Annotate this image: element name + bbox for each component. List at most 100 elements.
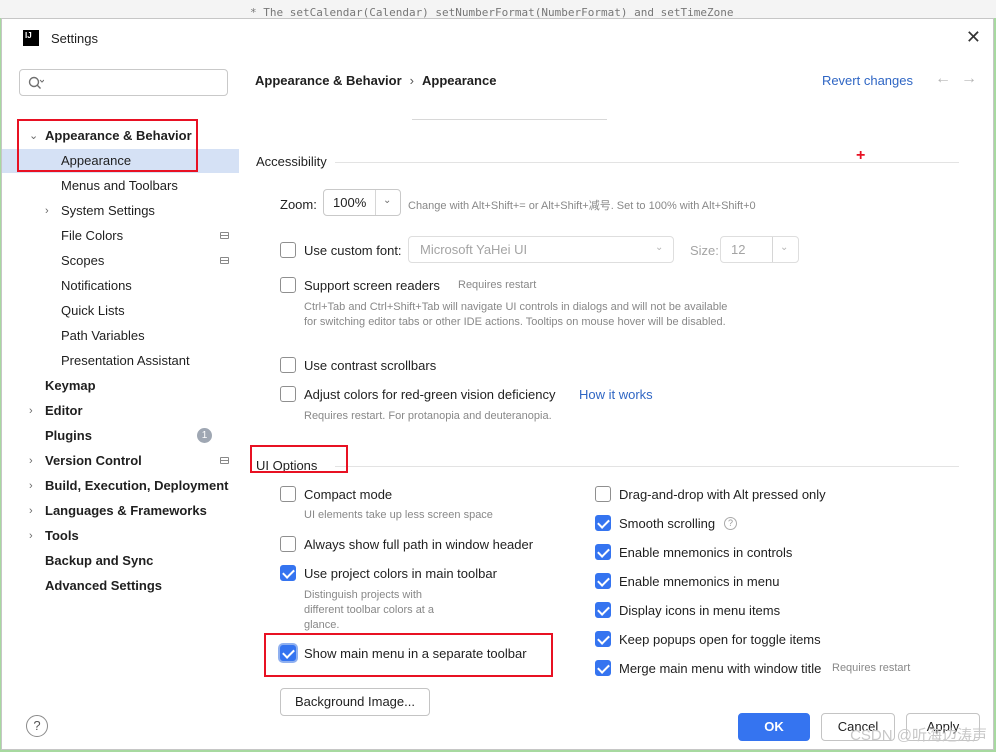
sidebar-item-presentation-assistant[interactable]: Presentation Assistant (2, 349, 239, 373)
mnemonics-menu-label: Enable mnemonics in menu (619, 574, 780, 589)
sidebar-item-label: Presentation Assistant (61, 353, 190, 368)
font-combo[interactable]: Microsoft YaHei UI ⌄ (408, 236, 674, 263)
sidebar-item-tools[interactable]: › Tools (2, 524, 239, 548)
intellij-logo-icon: IJ (23, 30, 39, 46)
ok-button[interactable]: OK (738, 713, 810, 741)
compact-mode-hint: UI elements take up less screen space (304, 509, 493, 521)
help-button[interactable]: ? (26, 715, 48, 737)
sidebar-item-appearance-behavior[interactable]: ⌄ Appearance & Behavior (2, 124, 239, 148)
project-colors-toolbar-label: Use project colors in main toolbar (304, 566, 497, 581)
drag-drop-alt-label: Drag-and-drop with Alt pressed only (619, 487, 826, 502)
chevron-down-icon: ⌄ (29, 130, 39, 142)
sidebar-item-scopes[interactable]: Scopes (2, 249, 239, 273)
forward-arrow-icon[interactable]: → (961, 70, 977, 88)
background-image-button[interactable]: Background Image... (280, 688, 430, 716)
title-bar: IJ Settings ✕ (2, 19, 993, 57)
project-level-icon (220, 232, 229, 239)
sidebar-item-label: Tools (45, 528, 79, 543)
use-custom-font-checkbox[interactable] (280, 242, 296, 258)
breadcrumb-separator: › (409, 73, 415, 88)
sidebar-item-advanced-settings[interactable]: Advanced Settings (2, 574, 239, 598)
font-size-value: 12 (731, 242, 746, 257)
mnemonics-menu-checkbox[interactable] (595, 573, 611, 589)
sidebar-item-label: Backup and Sync (45, 553, 154, 568)
sidebar-item-label: Scopes (61, 253, 105, 268)
how-it-works-link[interactable]: How it works (579, 387, 653, 402)
sidebar-item-label: Build, Execution, Deployment (45, 478, 229, 493)
sidebar-item-file-colors[interactable]: File Colors (2, 224, 239, 248)
sidebar-item-label: Notifications (61, 278, 132, 293)
sidebar-item-label: Appearance (61, 153, 132, 168)
screen-readers-description: Ctrl+Tab and Ctrl+Shift+Tab will navigat… (304, 301, 728, 328)
sidebar-item-notifications[interactable]: Notifications (2, 274, 239, 298)
search-field[interactable] (19, 69, 228, 96)
menu-icons-checkbox[interactable] (595, 602, 611, 618)
contrast-scrollbars-checkbox[interactable] (280, 357, 296, 373)
sidebar-item-path-variables[interactable]: Path Variables (2, 324, 239, 348)
combo-divider (375, 190, 376, 215)
drag-drop-alt-checkbox[interactable] (595, 486, 611, 502)
sidebar-item-appearance[interactable]: Appearance (2, 149, 239, 173)
main-panel: Appearance & Behavior › Appearance Revert … (240, 57, 993, 749)
zoom-combo[interactable]: 100% ⌄ (323, 189, 401, 216)
zoom-label: Zoom: (280, 197, 317, 212)
adjust-colors-hint: Requires restart. For protanopia and deu… (304, 410, 552, 422)
settings-sidebar: ⌄ Appearance & Behavior Appearance Menus… (2, 57, 239, 749)
back-arrow-icon[interactable]: ← (935, 70, 951, 88)
menu-icons-label: Display icons in menu items (619, 603, 781, 618)
csdn-watermark: CSDN @听海边涛声 (850, 727, 987, 744)
full-path-header-checkbox[interactable] (280, 536, 296, 552)
sidebar-item-editor[interactable]: › Editor (2, 399, 239, 423)
editor-background-strip: * The setCalendar(Calendar) setNumberFor… (0, 0, 996, 18)
chevron-right-icon: › (29, 405, 33, 417)
combo-divider (772, 237, 773, 262)
mnemonics-controls-label: Enable mnemonics in controls (619, 545, 793, 560)
screen-readers-restart-hint: Requires restart (458, 279, 537, 291)
sidebar-item-label: Menus and Toolbars (61, 178, 178, 193)
sidebar-item-system-settings[interactable]: › System Settings (2, 199, 239, 223)
chevron-right-icon: › (29, 505, 33, 517)
compact-mode-label: Compact mode (304, 487, 393, 502)
sidebar-item-label: Version Control (45, 453, 142, 468)
sidebar-item-plugins[interactable]: Plugins 1 (2, 424, 239, 448)
merge-main-menu-checkbox[interactable] (595, 660, 611, 676)
chevron-down-icon: ⌄ (655, 242, 664, 253)
search-icon (28, 76, 44, 89)
sidebar-item-languages-frameworks[interactable]: › Languages & Frameworks (2, 499, 239, 523)
search-input[interactable] (50, 74, 224, 90)
merge-main-menu-hint: Requires restart (832, 662, 911, 674)
adjust-colors-label: Adjust colors for red-green vision defic… (304, 387, 556, 402)
section-divider (335, 162, 959, 163)
adjust-colors-checkbox[interactable] (280, 386, 296, 402)
accessibility-section-title: Accessibility (256, 154, 327, 169)
sidebar-item-label: Editor (45, 403, 83, 418)
sidebar-item-build-execution-deployment[interactable]: › Build, Execution, Deployment (2, 474, 239, 498)
sidebar-item-label: Path Variables (61, 328, 145, 343)
screen-readers-checkbox[interactable] (280, 277, 296, 293)
sidebar-item-backup-sync[interactable]: Backup and Sync (2, 549, 239, 573)
merge-main-menu-label: Merge main menu with window title (619, 661, 822, 676)
sidebar-item-version-control[interactable]: › Version Control (2, 449, 239, 473)
chevron-down-icon: ⌄ (780, 242, 789, 253)
project-level-icon (220, 457, 229, 464)
sidebar-item-menus-toolbars[interactable]: Menus and Toolbars (2, 174, 239, 198)
zoom-hint: Change with Alt+Shift+= or Alt+Shift+减号.… (408, 200, 756, 212)
font-size-combo[interactable]: 12 ⌄ (720, 236, 799, 263)
project-colors-toolbar-checkbox[interactable] (280, 565, 296, 581)
contrast-scrollbars-label: Use contrast scrollbars (304, 358, 437, 373)
size-label: Size: (690, 243, 719, 258)
close-icon[interactable]: ✕ (966, 27, 981, 48)
mnemonics-controls-checkbox[interactable] (595, 544, 611, 560)
main-menu-separate-toolbar-checkbox[interactable] (280, 645, 296, 661)
smooth-scrolling-checkbox[interactable] (595, 515, 611, 531)
use-custom-font-label: Use custom font: (304, 243, 402, 258)
sidebar-item-quick-lists[interactable]: Quick Lists (2, 299, 239, 323)
editor-code-line: * The setCalendar(Calendar) setNumberFor… (250, 6, 734, 18)
project-colors-toolbar-hint: Distinguish projects with different tool… (304, 589, 435, 631)
breadcrumb-parent[interactable]: Appearance & Behavior (255, 73, 402, 88)
keep-popups-open-checkbox[interactable] (595, 631, 611, 647)
compact-mode-checkbox[interactable] (280, 486, 296, 502)
revert-changes-link[interactable]: Revert changes (822, 73, 913, 88)
help-icon[interactable]: ? (724, 517, 737, 530)
sidebar-item-keymap[interactable]: Keymap (2, 374, 239, 398)
